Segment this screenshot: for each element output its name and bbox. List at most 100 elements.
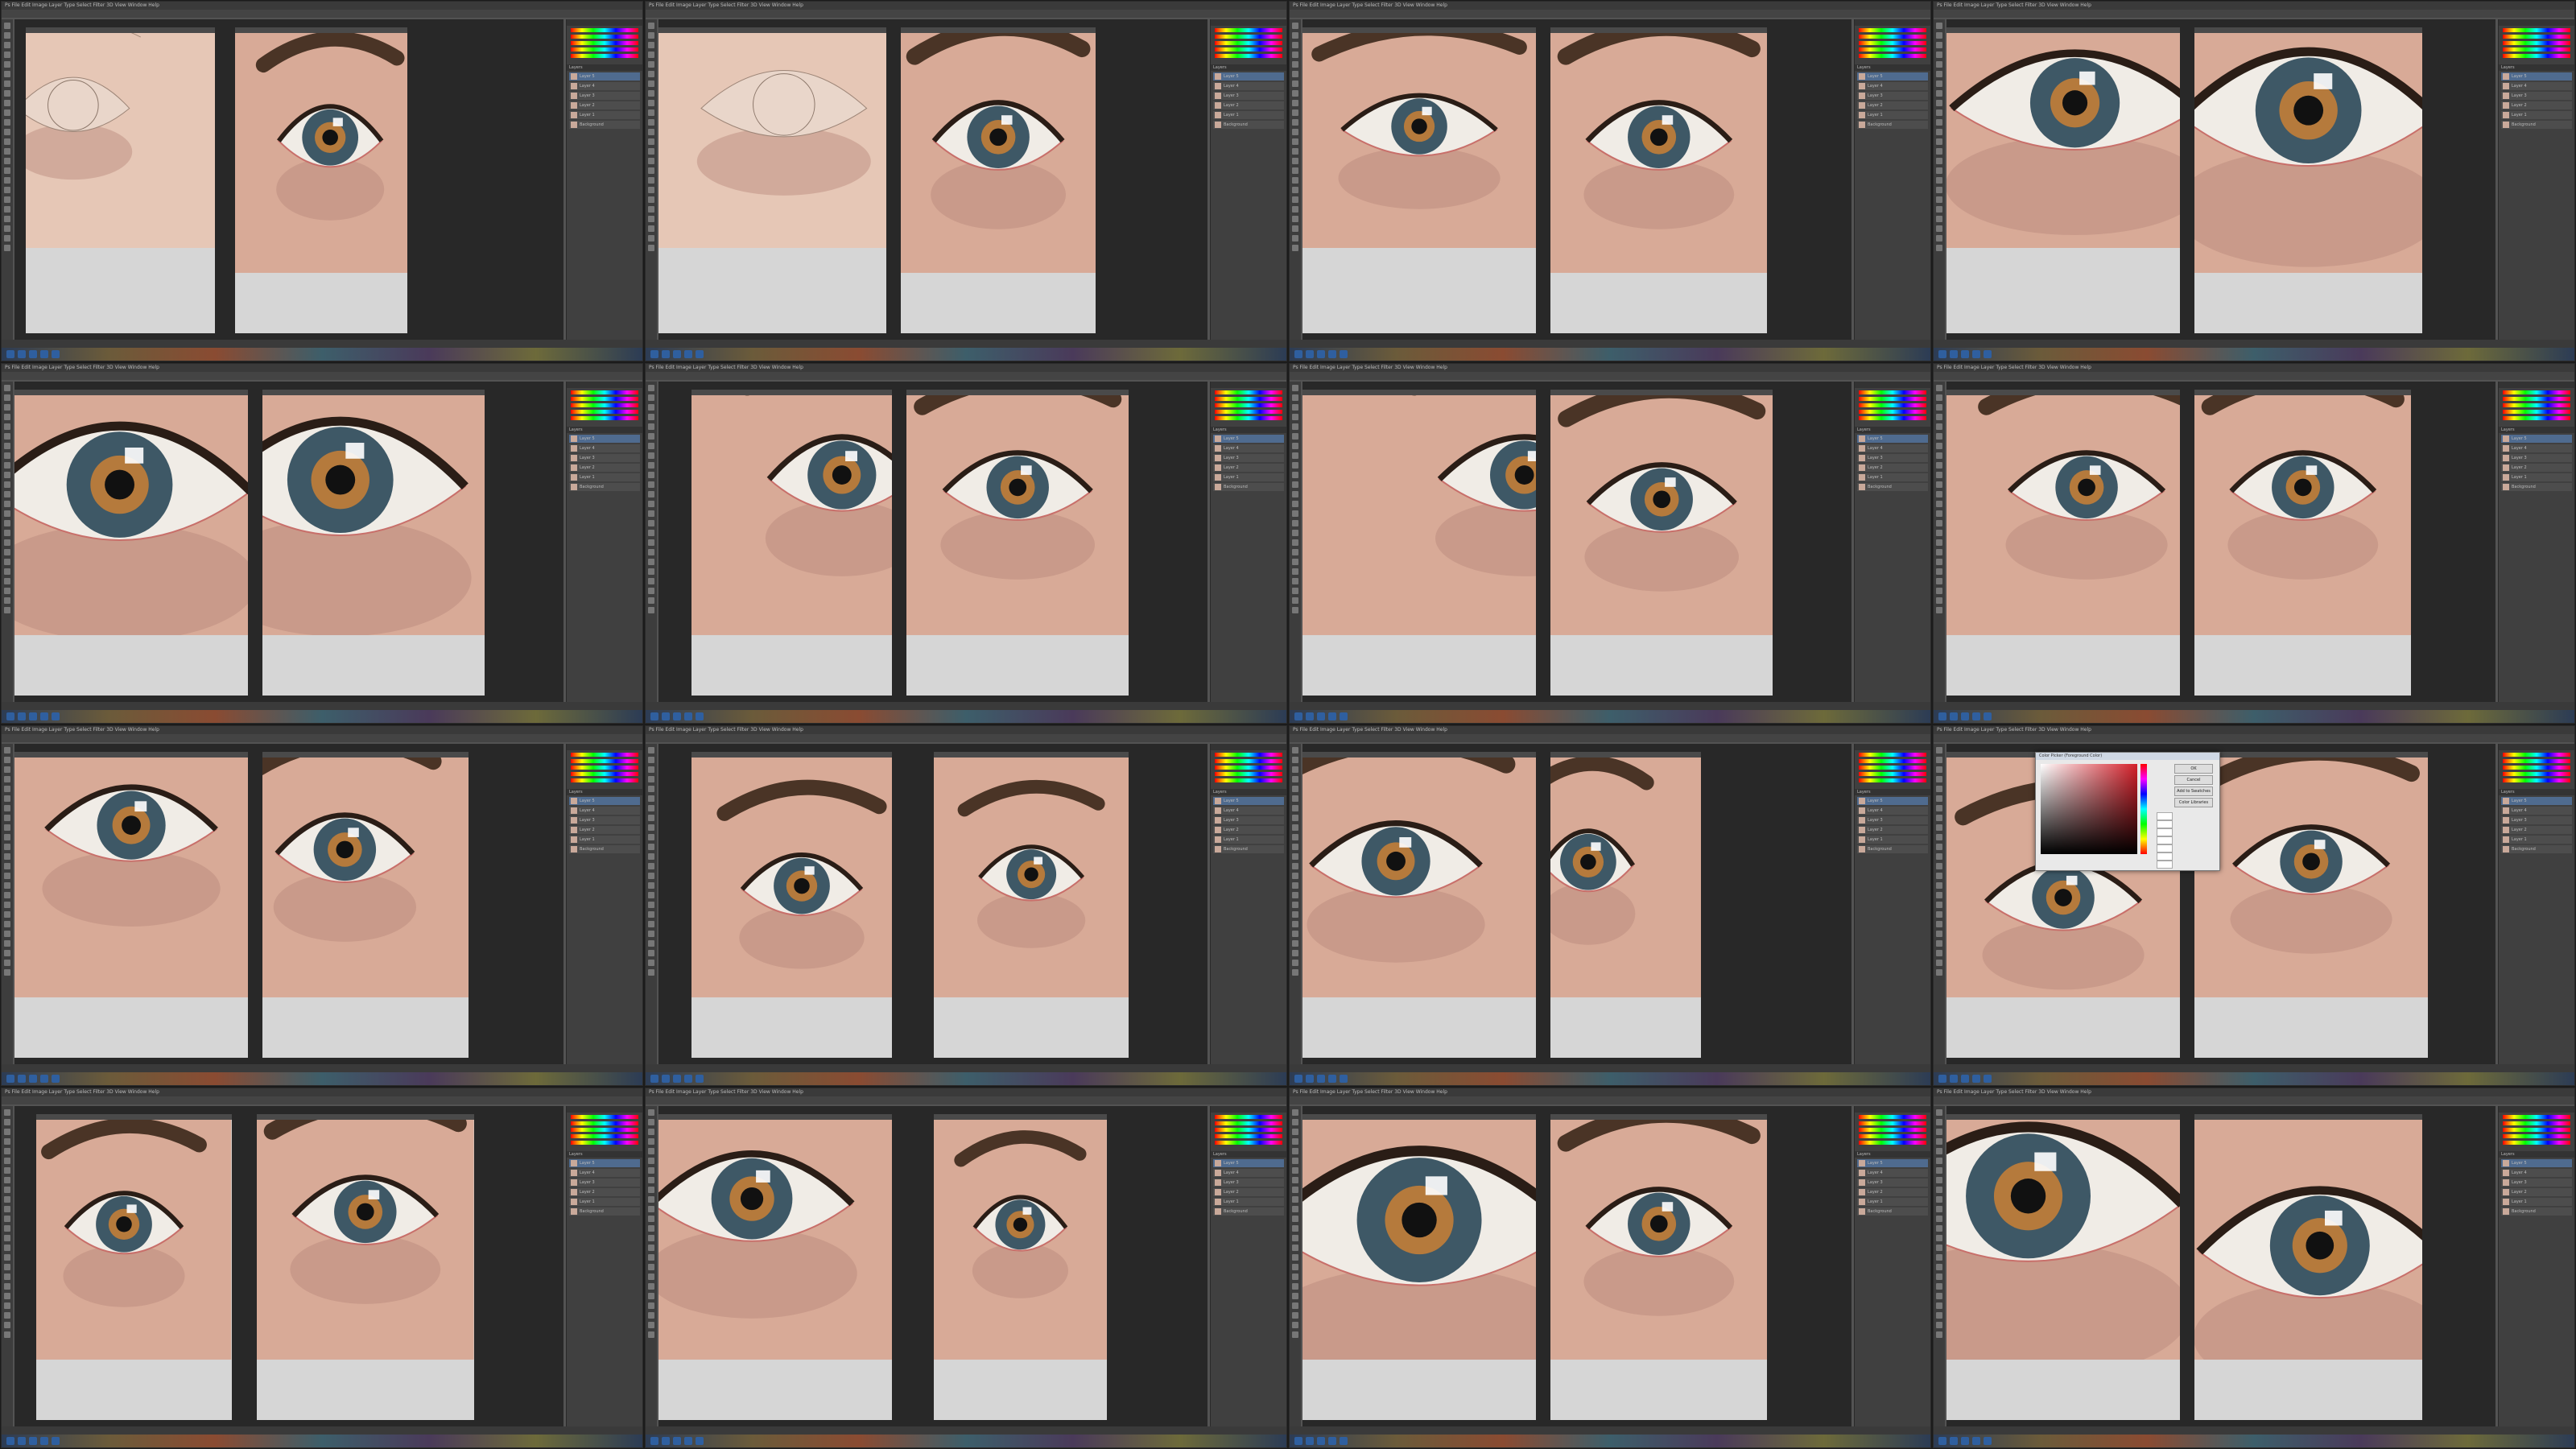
start-button[interactable] — [1294, 1437, 1302, 1445]
tool-icon[interactable] — [4, 510, 10, 517]
layer-row[interactable]: Layer 1 — [1213, 111, 1284, 119]
swatch-row[interactable] — [2503, 403, 2570, 407]
color-value-field[interactable] — [2157, 812, 2173, 820]
taskbar-app-icon[interactable] — [1317, 1437, 1325, 1445]
layer-row[interactable]: Layer 2 — [569, 1188, 640, 1196]
tool-icon[interactable] — [648, 1245, 654, 1251]
layer-row[interactable]: Layer 2 — [2501, 101, 2572, 109]
marquee-tool-icon[interactable] — [648, 394, 654, 401]
tool-icon[interactable] — [648, 177, 654, 184]
painting-canvas[interactable] — [25, 27, 216, 333]
layer-row[interactable]: Layer 3 — [1213, 1179, 1284, 1187]
tool-icon[interactable] — [648, 549, 654, 555]
brush-tool-icon[interactable] — [1936, 52, 1942, 58]
tool-icon[interactable] — [1292, 873, 1298, 879]
tool-icon[interactable] — [1936, 863, 1942, 869]
tool-icon[interactable] — [1936, 824, 1942, 831]
layer-row[interactable]: Background — [1213, 483, 1284, 491]
swatch-row[interactable] — [1215, 778, 1282, 782]
menu-bar[interactable]: Ps File Edit Image Layer Type Select Fil… — [1290, 726, 1930, 734]
lasso-tool-icon[interactable] — [1936, 766, 1942, 773]
swatch-row[interactable] — [571, 778, 638, 782]
start-button[interactable] — [1294, 712, 1302, 720]
layer-row[interactable]: Layer 2 — [569, 101, 640, 109]
layer-row[interactable]: Layer 4 — [2501, 807, 2572, 815]
tool-icon[interactable] — [4, 138, 10, 145]
tool-icon[interactable] — [648, 1264, 654, 1270]
tool-icon[interactable] — [1936, 805, 1942, 811]
layer-row[interactable]: Layer 4 — [569, 1169, 640, 1177]
tool-icon[interactable] — [4, 80, 10, 87]
move-tool-icon[interactable] — [648, 23, 654, 29]
document-tab[interactable] — [1302, 390, 1537, 395]
tool-icon[interactable] — [4, 520, 10, 526]
swatch-row[interactable] — [1859, 759, 1926, 763]
swatch-row[interactable] — [2503, 1121, 2570, 1125]
tool-icon[interactable] — [648, 235, 654, 242]
brush-tool-icon[interactable] — [4, 1138, 10, 1145]
tool-icon[interactable] — [1292, 853, 1298, 860]
lasso-tool-icon[interactable] — [1936, 1129, 1942, 1135]
taskbar-app-icon[interactable] — [1328, 350, 1336, 358]
tool-icon[interactable] — [1936, 873, 1942, 879]
layer-row[interactable]: Layer 1 — [1213, 836, 1284, 844]
tool-icon[interactable] — [1292, 578, 1298, 584]
tool-icon[interactable] — [1936, 1302, 1942, 1309]
tool-icon[interactable] — [648, 462, 654, 469]
layer-row[interactable]: Layer 5 — [1213, 435, 1284, 443]
tool-icon[interactable] — [1292, 520, 1298, 526]
tool-icon[interactable] — [648, 539, 654, 546]
tool-icon[interactable] — [1292, 892, 1298, 898]
tool-icon[interactable] — [1292, 882, 1298, 889]
tool-icon[interactable] — [1292, 129, 1298, 135]
menu-bar[interactable]: Ps File Edit Image Layer Type Select Fil… — [646, 364, 1286, 372]
layers-panel-title[interactable]: Layers — [1211, 64, 1286, 71]
tool-icon[interactable] — [1936, 1264, 1942, 1270]
tool-icon[interactable] — [1292, 969, 1298, 976]
reference-photo-canvas[interactable] — [262, 752, 469, 1058]
tool-icon[interactable] — [648, 568, 654, 575]
layer-row[interactable]: Background — [2501, 483, 2572, 491]
tool-icon[interactable] — [4, 578, 10, 584]
layer-row[interactable]: Layer 3 — [569, 816, 640, 824]
tool-icon[interactable] — [1292, 80, 1298, 87]
swatch-row[interactable] — [2503, 54, 2570, 58]
tool-icon[interactable] — [648, 960, 654, 966]
swatch-row[interactable] — [571, 54, 638, 58]
tool-icon[interactable] — [648, 206, 654, 213]
swatch-row[interactable] — [571, 1134, 638, 1138]
layer-row[interactable]: Layer 1 — [569, 1198, 640, 1206]
taskbar-app-icon[interactable] — [1306, 1437, 1314, 1445]
layer-row[interactable]: Layer 5 — [1857, 797, 1928, 805]
taskbar-app-icon[interactable] — [696, 1437, 704, 1445]
taskbar-app-icon[interactable] — [18, 712, 26, 720]
eraser-tool-icon[interactable] — [4, 423, 10, 430]
swatch-row[interactable] — [1859, 47, 1926, 52]
move-tool-icon[interactable] — [648, 385, 654, 391]
color-panel-title[interactable] — [567, 19, 642, 26]
tool-icon[interactable] — [1936, 225, 1942, 232]
layer-row[interactable]: Layer 5 — [1857, 1159, 1928, 1167]
swatch-row[interactable] — [2503, 1141, 2570, 1145]
brush-tool-icon[interactable] — [4, 776, 10, 782]
tool-icon[interactable] — [648, 1331, 654, 1338]
color-panel-title[interactable] — [567, 1106, 642, 1113]
tool-icon[interactable] — [1936, 539, 1942, 546]
zoom-tool-icon[interactable] — [4, 795, 10, 802]
tool-icon[interactable] — [648, 501, 654, 507]
layer-row[interactable]: Layer 1 — [1213, 1198, 1284, 1206]
swatch-row[interactable] — [1859, 35, 1926, 39]
taskbar-app-icon[interactable] — [673, 1075, 681, 1083]
move-tool-icon[interactable] — [1292, 747, 1298, 753]
layers-panel-title[interactable]: Layers — [1211, 427, 1286, 433]
marquee-tool-icon[interactable] — [1292, 757, 1298, 763]
taskbar-app-icon[interactable] — [1950, 350, 1958, 358]
document-tab[interactable] — [1302, 1114, 1537, 1120]
swatch-row[interactable] — [1215, 47, 1282, 52]
menu-bar[interactable]: Ps File Edit Image Layer Type Select Fil… — [1934, 364, 2574, 372]
reference-photo-canvas[interactable] — [2194, 1114, 2423, 1420]
swatch-row[interactable] — [2503, 753, 2570, 757]
tool-icon[interactable] — [648, 1274, 654, 1280]
layers-panel-title[interactable]: Layers — [1855, 427, 1930, 433]
painting-canvas[interactable] — [1302, 27, 1537, 333]
